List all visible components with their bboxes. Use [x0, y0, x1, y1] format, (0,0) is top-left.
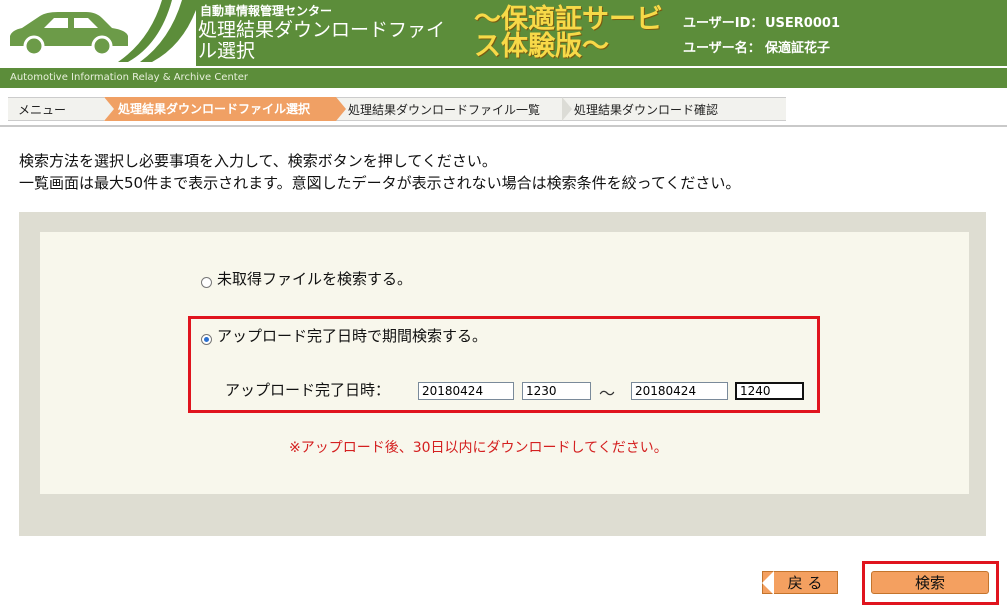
breadcrumb-item-file-select: 処理結果ダウンロードファイル選択 [104, 97, 336, 121]
to-date-input[interactable] [631, 382, 728, 400]
search-button-label: 検索 [914, 574, 945, 592]
breadcrumb-arrow-icon [562, 97, 572, 121]
instruction-line-2: 一覧画面は最大50件まで表示されます。意図したデータが表示されない場合は検索条件… [19, 174, 741, 192]
screen-title: 処理結果ダウンロードファイル選択 [198, 19, 446, 62]
instruction-line-1: 検索方法を選択し必要事項を入力して、検索ボタンを押してください。 [19, 152, 497, 170]
upload-datetime-label: アップロード完了日時： [225, 381, 391, 399]
back-button-label: 戻 る [787, 574, 823, 592]
from-time-input[interactable] [522, 382, 591, 400]
radio-period-search[interactable] [201, 334, 212, 345]
header-subtitle: Automotive Information Relay & Archive C… [10, 72, 248, 83]
user-name-label: ユーザー名： [683, 41, 761, 56]
breadcrumb-item-menu[interactable]: メニュー [8, 97, 104, 121]
header-subtitle-bar: Automotive Information Relay & Archive C… [0, 68, 1007, 88]
breadcrumb-item-file-list: 処理結果ダウンロードファイル一覧 [336, 97, 562, 121]
header-divider [0, 125, 1007, 127]
user-id-label: ユーザーID： [683, 16, 764, 31]
breadcrumb: メニュー 処理結果ダウンロードファイル選択 処理結果ダウンロードファイル一覧 処… [8, 97, 786, 121]
center-name: 自動車情報管理センター [200, 4, 333, 18]
breadcrumb-arrow-icon [104, 97, 114, 121]
radio-untaken-files[interactable] [201, 277, 212, 288]
trial-banner: ～保適証サービス体験版～ [474, 4, 663, 62]
user-name-line: ユーザー名： 保適証花子 [683, 37, 830, 56]
user-id-line: ユーザーID： USER0001 [683, 12, 840, 31]
range-separator: ～ [599, 384, 616, 403]
user-id-value: USER0001 [765, 16, 840, 31]
back-button[interactable]: 戻 る [762, 571, 838, 595]
radio-period-search-label[interactable]: アップロード完了日時で期間検索する。 [217, 325, 487, 346]
logo [0, 0, 196, 66]
user-name-value: 保適証花子 [765, 41, 831, 56]
breadcrumb-arrow-icon [336, 97, 346, 121]
app-header: 自動車情報管理センター 処理結果ダウンロードファイル選択 ～保適証サービス体験版… [0, 0, 1007, 66]
download-deadline-note: ※アップロード後、30日以内にダウンロードしてください。 [289, 440, 668, 456]
breadcrumb-item-download-confirm: 処理結果ダウンロード確認 [562, 97, 786, 121]
search-button[interactable]: 検索 [871, 571, 989, 594]
to-time-input[interactable] [735, 382, 804, 400]
from-date-input[interactable] [418, 382, 514, 400]
radio-untaken-files-label[interactable]: 未取得ファイルを検索する。 [217, 268, 412, 289]
back-arrow-icon [762, 571, 774, 595]
